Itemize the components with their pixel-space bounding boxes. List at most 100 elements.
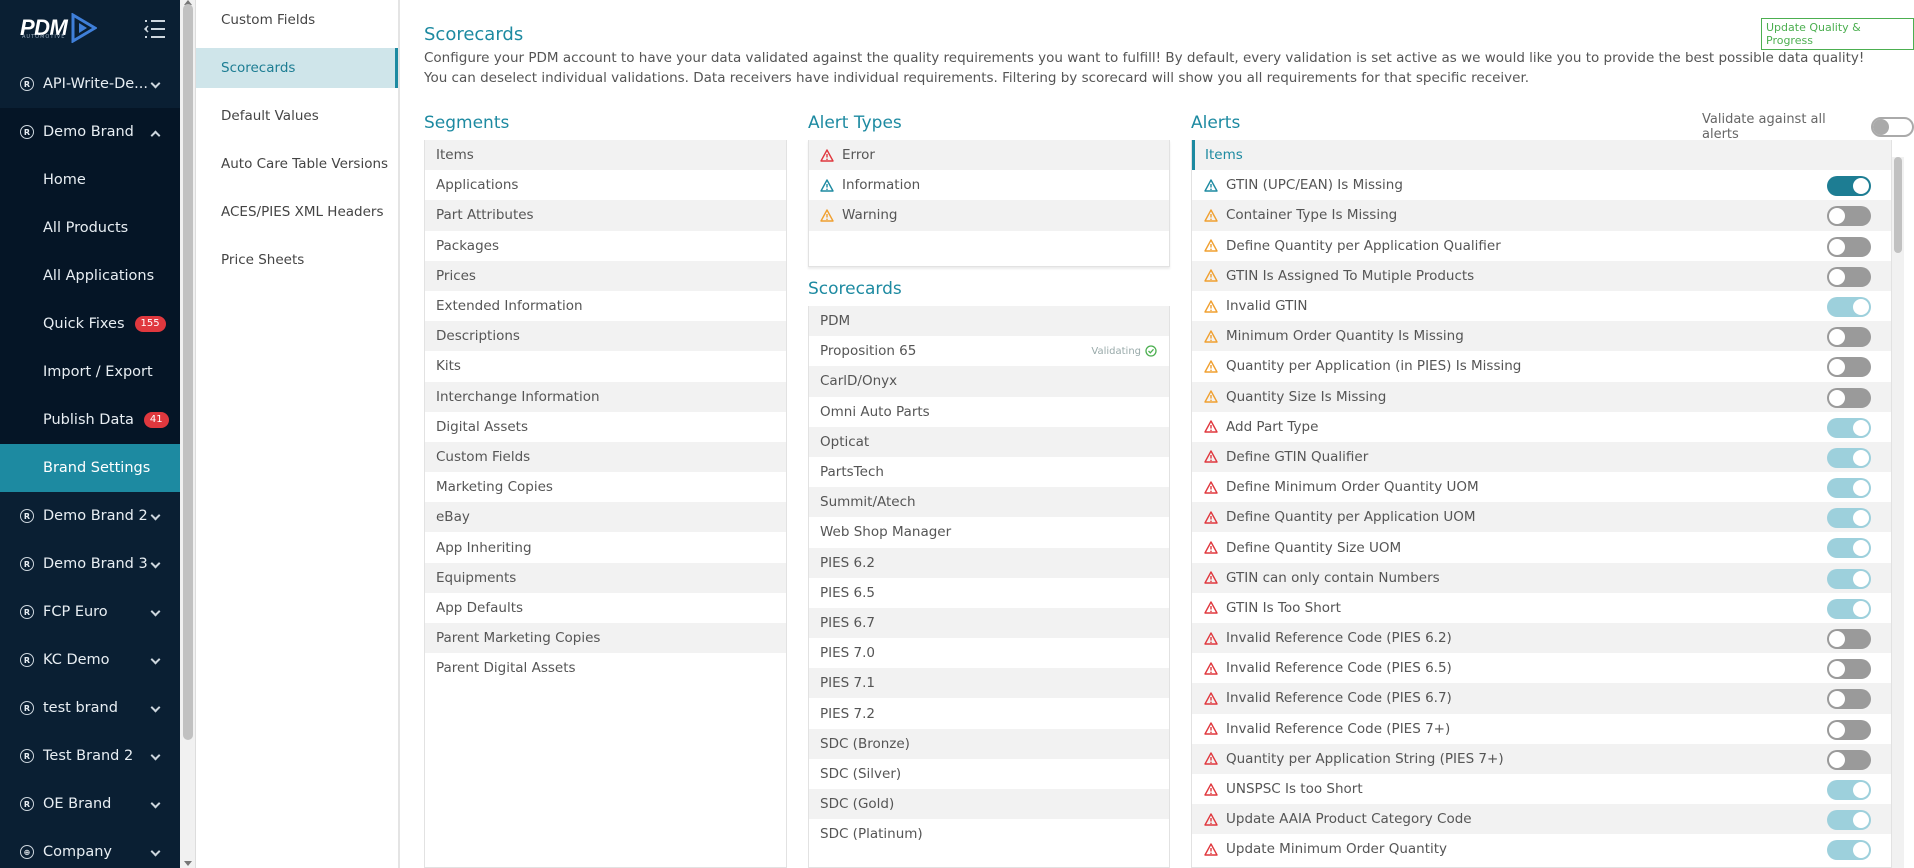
alert-toggle[interactable] xyxy=(1827,568,1871,589)
nav-item-brand-settings[interactable]: Brand Settings xyxy=(0,444,180,492)
segment-item[interactable]: App Inheriting xyxy=(425,532,786,563)
alert-toggle[interactable] xyxy=(1827,598,1871,619)
left-nav: PDM AUTOMOTIVE R API-Write-De... R Demo Bra… xyxy=(0,0,180,868)
nav-item-home[interactable]: Home xyxy=(0,156,180,204)
brand-registered-icon: R xyxy=(20,653,34,667)
alert-type-item[interactable]: Information xyxy=(809,170,1169,201)
nav-item-kc-demo[interactable]: R KC Demo xyxy=(0,636,180,684)
validate-all-toggle[interactable] xyxy=(1871,117,1914,137)
scorecard-item[interactable]: PIES 6.2 xyxy=(809,547,1169,578)
scorecard-item[interactable]: SDC (Silver) xyxy=(809,758,1169,789)
alert-type-item[interactable]: Warning xyxy=(809,200,1169,231)
error-triangle-icon xyxy=(1204,722,1218,735)
logo[interactable]: PDM AUTOMOTIVE xyxy=(0,0,180,56)
alert-toggle[interactable] xyxy=(1827,206,1871,227)
nav-item-demo-brand-2[interactable]: R Demo Brand 2 xyxy=(0,492,180,540)
alert-toggle[interactable] xyxy=(1827,659,1871,680)
segment-item[interactable]: eBay xyxy=(425,502,786,533)
scorecard-label: CarlD/Onyx xyxy=(820,373,898,390)
nav-item-demo-brand-3[interactable]: R Demo Brand 3 xyxy=(0,540,180,588)
nav-scroll-thumb[interactable] xyxy=(183,4,193,740)
scorecard-item[interactable]: SDC (Bronze) xyxy=(809,728,1169,759)
nav-item-company[interactable]: ⊕ Company xyxy=(0,828,180,868)
nav-item-api-write-de[interactable]: R API-Write-De... xyxy=(0,60,180,108)
alert-toggle[interactable] xyxy=(1827,779,1871,800)
alert-type-label: Error xyxy=(842,147,875,164)
subnav-item-auto-care-table-versions[interactable]: Auto Care Table Versions xyxy=(196,144,398,184)
nav-item-quick-fixes[interactable]: Quick Fixes 155 xyxy=(0,300,180,348)
segment-item[interactable]: Kits xyxy=(425,351,786,382)
segment-item[interactable]: Marketing Copies xyxy=(425,472,786,503)
segment-item[interactable]: Digital Assets xyxy=(425,411,786,442)
alert-toggle[interactable] xyxy=(1827,266,1871,287)
alert-toggle[interactable] xyxy=(1827,719,1871,740)
nav-item-all-applications[interactable]: All Applications xyxy=(0,252,180,300)
scorecard-item[interactable]: PartsTech xyxy=(809,456,1169,488)
segment-item[interactable]: Descriptions xyxy=(425,321,786,352)
subnav-item-custom-fields[interactable]: Custom Fields xyxy=(196,0,398,40)
subnav-item-default-values[interactable]: Default Values xyxy=(196,96,398,136)
scorecard-item[interactable]: Omni Auto Parts xyxy=(809,396,1169,427)
alerts-scrollbar[interactable] xyxy=(1892,157,1904,868)
scorecard-item[interactable]: PIES 6.5 xyxy=(809,577,1169,608)
alert-toggle[interactable] xyxy=(1827,689,1871,710)
segment-item[interactable]: App Defaults xyxy=(425,592,786,623)
scorecard-item[interactable]: PIES 7.1 xyxy=(809,668,1169,699)
segment-item[interactable]: Equipments xyxy=(425,562,786,593)
segment-item[interactable]: Interchange Information xyxy=(425,381,786,412)
nav-item-fcp-euro[interactable]: R FCP Euro xyxy=(0,588,180,636)
nav-item-all-products[interactable]: All Products xyxy=(0,204,180,252)
subnav-item-aces-pies-xml-headers[interactable]: ACES/PIES XML Headers xyxy=(196,192,398,232)
scorecard-item[interactable]: Web Shop Manager xyxy=(809,517,1169,548)
segment-item[interactable]: Part Attributes xyxy=(425,200,786,231)
alert-toggle[interactable] xyxy=(1827,478,1871,499)
scorecard-item[interactable]: PIES 7.2 xyxy=(809,698,1169,729)
alert-toggle[interactable] xyxy=(1827,840,1871,861)
alert-toggle[interactable] xyxy=(1827,176,1871,197)
alert-toggle[interactable] xyxy=(1827,629,1871,649)
segment-item[interactable]: Prices xyxy=(425,260,786,291)
nav-item-publish-data[interactable]: Publish Data 41 xyxy=(0,396,180,444)
alert-type-item[interactable]: Error xyxy=(809,140,1169,171)
alert-toggle[interactable] xyxy=(1827,447,1871,468)
alert-toggle[interactable] xyxy=(1827,327,1871,348)
subnav-item-scorecards[interactable]: Scorecards xyxy=(196,48,398,88)
scorecard-item[interactable]: PIES 7.0 xyxy=(809,638,1169,669)
alert-toggle[interactable] xyxy=(1827,357,1871,378)
scorecard-item[interactable]: Summit/Atech xyxy=(809,487,1169,518)
scorecard-item[interactable]: Opticat xyxy=(809,426,1169,457)
collapse-menu-icon[interactable] xyxy=(143,19,167,39)
scorecard-item[interactable]: PIES 6.7 xyxy=(809,607,1169,639)
scorecard-item[interactable]: Proposition 65 Validating xyxy=(809,336,1169,367)
alert-toggle[interactable] xyxy=(1827,417,1871,438)
segment-item[interactable]: Packages xyxy=(425,230,786,261)
segment-item[interactable]: Extended Information xyxy=(425,290,786,322)
segment-item[interactable]: Parent Marketing Copies xyxy=(425,623,786,654)
alert-toggle[interactable] xyxy=(1827,749,1871,770)
nav-item-import-export[interactable]: Import / Export xyxy=(0,348,180,396)
scorecard-item[interactable]: SDC (Platinum) xyxy=(809,819,1169,850)
alert-toggle[interactable] xyxy=(1827,296,1871,317)
nav-scrollbar[interactable] xyxy=(180,0,196,868)
alert-toggle[interactable] xyxy=(1827,538,1871,559)
segment-item[interactable]: Custom Fields xyxy=(425,441,786,473)
alert-toggle[interactable] xyxy=(1827,387,1871,408)
nav-item-test-brand-2[interactable]: R Test Brand 2 xyxy=(0,732,180,780)
segment-item[interactable]: Items xyxy=(425,140,786,171)
scorecard-item[interactable]: SDC (Gold) xyxy=(809,789,1169,820)
nav-item-demo-brand[interactable]: R Demo Brand xyxy=(0,108,180,156)
scorecard-item[interactable]: CarlD/Onyx xyxy=(809,366,1169,397)
alert-toggle[interactable] xyxy=(1827,236,1871,257)
scorecards-list: PDM Proposition 65 Validating CarlD/Onyx Omn… xyxy=(808,306,1170,868)
segment-item[interactable]: Applications xyxy=(425,170,786,201)
alert-toggle[interactable] xyxy=(1827,810,1871,831)
alert-toggle[interactable] xyxy=(1827,508,1871,529)
scroll-down-icon[interactable] xyxy=(184,861,192,866)
segment-item[interactable]: Parent Digital Assets xyxy=(425,653,786,684)
subnav-item-price-sheets[interactable]: Price Sheets xyxy=(196,240,398,280)
update-quality-button[interactable]: Update Quality & Progress xyxy=(1761,18,1914,50)
scorecard-item[interactable]: PDM xyxy=(809,306,1169,337)
nav-item-oe-brand[interactable]: R OE Brand xyxy=(0,780,180,828)
alerts-scroll-thumb[interactable] xyxy=(1894,157,1902,253)
nav-item-test-brand[interactable]: Rtest brand xyxy=(0,684,180,732)
